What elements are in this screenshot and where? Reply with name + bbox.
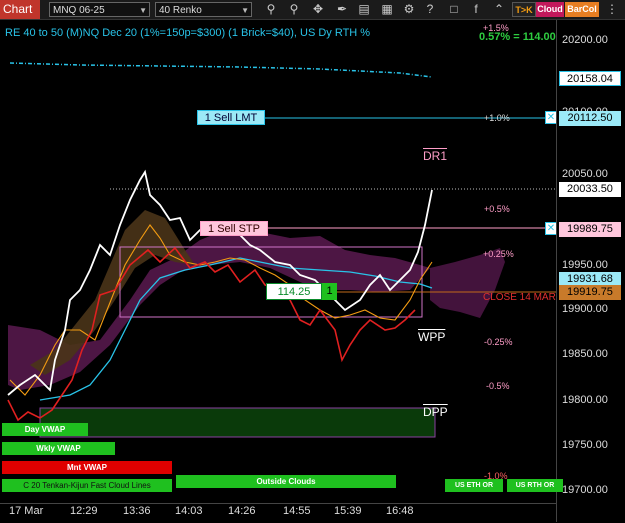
upper-band-line <box>9 62 433 78</box>
level-minus-0-5: -0.5% <box>486 381 510 391</box>
more-icon[interactable]: ⋮ <box>603 2 621 17</box>
time-tick: 17 Mar <box>9 505 44 517</box>
price-tick: 19850.00 <box>562 348 608 360</box>
time-tick: 16:48 <box>386 505 414 517</box>
us-rth-or-bar: US RTH OR <box>507 479 563 492</box>
chevron-down-icon: ▼ <box>241 6 249 15</box>
last-price-tag: 20033.50 <box>559 182 621 197</box>
barcol-toggle-button[interactable]: BarCol <box>565 2 599 17</box>
instrument-selector[interactable]: MNQ 06-25 ▼ <box>49 2 150 17</box>
indicator-icon[interactable]: ⌃ <box>490 2 508 17</box>
draw-tool-icon[interactable]: ✒ <box>333 2 351 17</box>
chart-tab[interactable]: Chart <box>0 0 40 19</box>
level-plus-0-25: +0.25% <box>483 249 514 259</box>
level-plus-1-5: +1.5% <box>483 23 509 33</box>
tk-toggle-button[interactable]: T>K <box>512 2 536 17</box>
zoom-icon[interactable]: ⚲ <box>285 2 303 17</box>
level-plus-1-0: +1.0% <box>484 113 510 123</box>
price-axis[interactable]: 20200.00 20100.00 20050.00 19950.00 1990… <box>556 20 625 522</box>
price-tick: 19750.00 <box>562 439 608 451</box>
time-tick: 13:36 <box>123 505 151 517</box>
time-tick: 14:26 <box>228 505 256 517</box>
sell-limit-price-tag: 20112.50 <box>559 111 621 126</box>
close-level-label: CLOSE 14 MAR <box>483 292 556 303</box>
dpp-zone-box <box>39 407 436 438</box>
price-tick: 20050.00 <box>562 168 608 180</box>
magnify-icon[interactable]: ⚲ <box>262 2 280 17</box>
time-tick: 14:55 <box>283 505 311 517</box>
price-tick: 20200.00 <box>562 34 608 46</box>
weekly-vwap-bar: Wkly VWAP <box>2 442 115 455</box>
price-tick: 19950.00 <box>562 259 608 271</box>
dpp-label: DPP <box>423 405 448 419</box>
sell-limit-order-tag[interactable]: 1 Sell LMT <box>197 110 265 125</box>
level-minus-0-25: -0.25% <box>484 337 513 347</box>
sell-stop-price-tag: 19989.75 <box>559 222 621 237</box>
position-price-tag[interactable]: 114.25 <box>266 283 322 300</box>
dr1-label: DR1 <box>423 149 448 163</box>
instrument-value: MNQ 06-25 <box>53 5 105 16</box>
time-tick: 15:39 <box>334 505 362 517</box>
tenkan-cloud <box>30 210 195 375</box>
chart-toolbar: Chart MNQ 06-25 ▼ 40 Renko ▼ ⚲ ⚲ ✥ ✒ ▤ ▦… <box>0 0 625 20</box>
bar-type-selector[interactable]: 40 Renko ▼ <box>155 2 252 17</box>
cursor-icon[interactable]: ✥ <box>309 2 327 17</box>
sell-stop-order-tag[interactable]: 1 Sell STP <box>200 221 268 236</box>
kijun-cloud <box>8 228 430 390</box>
day-vwap-bar: Day VWAP <box>2 423 88 436</box>
close-price-tag: 19919.75 <box>559 285 621 300</box>
time-tick: 14:03 <box>175 505 203 517</box>
data-box-icon[interactable]: ▤ <box>355 2 373 17</box>
us-eth-or-bar: US ETH OR <box>445 479 503 492</box>
monthly-vwap-bar: Mnt VWAP <box>2 461 172 474</box>
position-qty-tag[interactable]: 1 <box>322 283 337 300</box>
cloud-lines-bar: C 20 Tenkan-Kijun Fast Cloud Lines <box>2 479 172 492</box>
cyan-top-price-tag: 20158.04 <box>559 71 621 86</box>
wpp-label: WPP <box>418 330 446 344</box>
price-tick: 19700.00 <box>562 484 608 496</box>
properties-icon[interactable]: ▦ <box>378 2 396 17</box>
help-icon[interactable]: ? <box>421 2 439 17</box>
bar-type-value: 40 Renko <box>159 5 202 16</box>
chart-title: RE 40 to 50 (M)NQ Dec 20 (1%=150p=$300) … <box>5 27 371 39</box>
outside-clouds-bar: Outside Clouds <box>176 475 396 488</box>
screenshot-icon[interactable]: □ <box>445 2 463 17</box>
price-tick: 19900.00 <box>562 303 608 315</box>
time-tick: 12:29 <box>70 505 98 517</box>
level-plus-0-5: +0.5% <box>484 204 510 214</box>
cloud-toggle-button[interactable]: Cloud <box>536 2 564 17</box>
chevron-down-icon: ▼ <box>139 6 147 15</box>
price-tick: 19800.00 <box>562 394 608 406</box>
strategy-icon[interactable]: ⚙ <box>400 2 418 17</box>
fx-icon[interactable]: f <box>467 2 485 17</box>
